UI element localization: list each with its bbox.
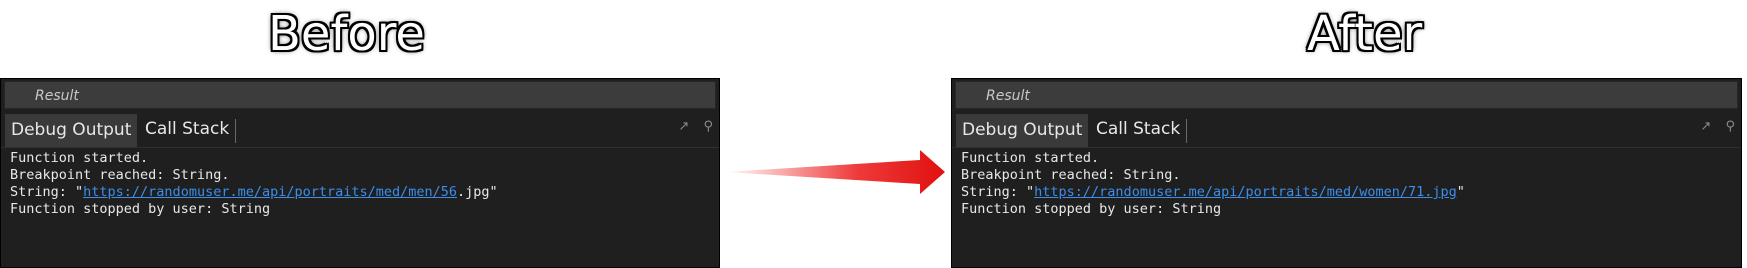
debug-output-console: Function started. Breakpoint reached: Str… bbox=[10, 150, 713, 218]
debug-output-console: Function started. Breakpoint reached: Str… bbox=[961, 150, 1735, 218]
result-label: Result bbox=[35, 88, 79, 104]
result-bar[interactable]: Result bbox=[4, 81, 716, 109]
console-line: Breakpoint reached: String. bbox=[961, 167, 1181, 183]
console-line: String: "https://randomuser.me/api/portr… bbox=[10, 184, 713, 201]
tab-debug-output[interactable]: Debug Output bbox=[5, 114, 138, 147]
tab-call-stack[interactable]: Call Stack bbox=[1090, 119, 1188, 143]
after-heading: After bbox=[1307, 6, 1423, 62]
popout-icon[interactable]: ↗ bbox=[1700, 119, 1711, 134]
console-text: .jpg" bbox=[457, 184, 498, 200]
before-debug-panel: Result Debug Output Call Stack ↗ ⚲ Funct… bbox=[0, 78, 720, 268]
pin-icon[interactable]: ⚲ bbox=[1725, 119, 1735, 134]
before-heading: Before bbox=[268, 6, 425, 62]
pin-icon[interactable]: ⚲ bbox=[703, 119, 713, 134]
url-link[interactable]: https://randomuser.me/api/portraits/med/… bbox=[83, 184, 457, 200]
popout-icon[interactable]: ↗ bbox=[678, 119, 689, 134]
panel-icons: ↗ ⚲ bbox=[1690, 119, 1735, 134]
console-line: Function stopped by user: String bbox=[10, 201, 271, 217]
result-bar[interactable]: Result bbox=[955, 81, 1738, 109]
url-link[interactable]: https://randomuser.me/api/portraits/med/… bbox=[1034, 184, 1457, 200]
console-line: Function started. bbox=[961, 150, 1100, 166]
console-line: Breakpoint reached: String. bbox=[10, 167, 230, 183]
tab-debug-output[interactable]: Debug Output bbox=[956, 114, 1089, 147]
arrow-right-icon bbox=[725, 150, 945, 194]
tab-bar: Debug Output Call Stack bbox=[1, 113, 719, 148]
result-label: Result bbox=[986, 88, 1030, 104]
console-text: " bbox=[1456, 184, 1465, 200]
after-debug-panel: Result Debug Output Call Stack ↗ ⚲ Funct… bbox=[951, 78, 1742, 268]
console-line: Function stopped by user: String bbox=[961, 201, 1222, 217]
console-line: String: "https://randomuser.me/api/portr… bbox=[961, 184, 1735, 201]
tab-bar: Debug Output Call Stack bbox=[952, 113, 1741, 148]
panel-icons: ↗ ⚲ bbox=[668, 119, 713, 134]
console-text: String: " bbox=[961, 184, 1035, 200]
console-text: String: " bbox=[10, 184, 84, 200]
tab-call-stack[interactable]: Call Stack bbox=[139, 119, 237, 143]
console-line: Function started. bbox=[10, 150, 149, 166]
